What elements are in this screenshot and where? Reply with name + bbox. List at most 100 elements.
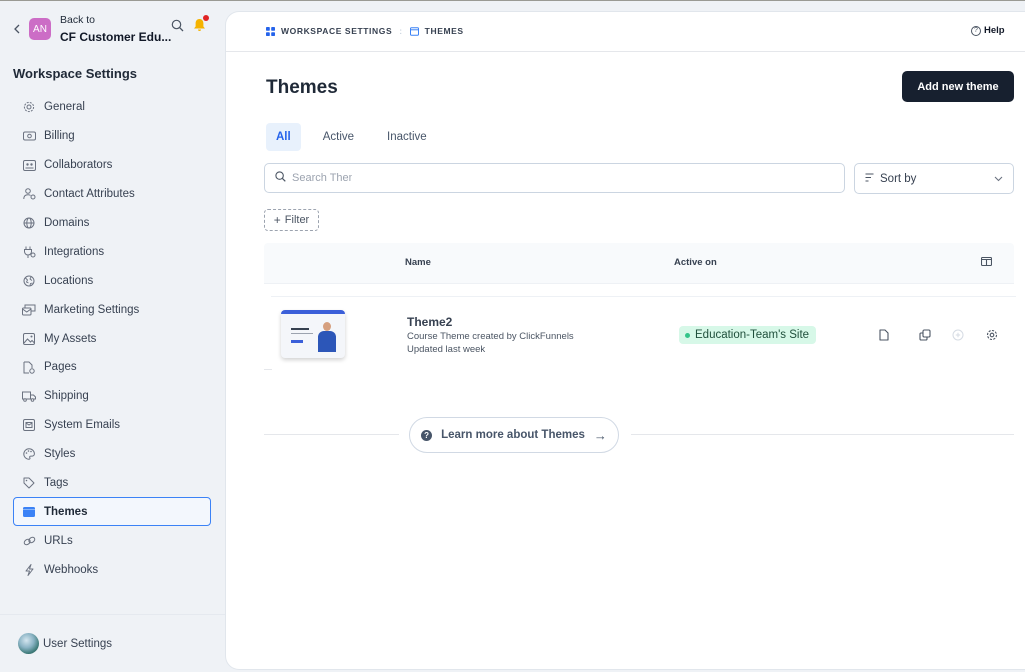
main-panel: WORKSPACE SETTINGS : THEMES ? Help Theme… (225, 11, 1025, 670)
theme-thumbnail[interactable] (281, 310, 345, 358)
sidebar-title: Workspace Settings (13, 66, 138, 81)
plus-icon: + (273, 213, 281, 227)
sidebar-item-integrations[interactable]: Integrations (13, 237, 211, 266)
gear-icon[interactable] (985, 328, 999, 342)
row-divider (264, 369, 272, 370)
sidebar-item-label: Webhooks (44, 563, 99, 576)
breadcrumb-workspace-settings[interactable]: WORKSPACE SETTINGS (266, 26, 392, 36)
sidebar-item-label: General (44, 101, 85, 114)
duplicate-icon[interactable] (918, 328, 932, 342)
sidebar-item-pages[interactable]: Pages (13, 353, 211, 382)
help-label: Help (984, 25, 1005, 36)
user-settings-label: User Settings (43, 637, 113, 650)
sidebar-item-marketing-settings[interactable]: Marketing Settings (13, 295, 211, 324)
user-avatar (18, 633, 39, 654)
add-circle-icon[interactable] (951, 328, 965, 342)
banknote-icon (22, 129, 36, 143)
search-field[interactable] (264, 163, 845, 193)
sidebar-item-label: Tags (44, 477, 69, 490)
email-box-icon (22, 418, 36, 432)
sidebar-item-themes[interactable]: Themes (13, 497, 211, 527)
columns-toggle-icon[interactable] (980, 255, 993, 267)
add-new-theme-button[interactable]: Add new theme (902, 71, 1014, 102)
sidebar-item-label: Domains (44, 217, 90, 229)
sidebar-item-webhooks[interactable]: Webhooks (13, 555, 211, 584)
sidebar-item-system-emails[interactable]: System Emails (13, 411, 211, 440)
breadcrumb-label: THEMES (424, 26, 464, 36)
page-icon[interactable] (877, 328, 891, 342)
learn-more-themes-button[interactable]: ? Learn more about Themes → (409, 417, 619, 453)
sidebar-item-locations[interactable]: Locations (13, 266, 211, 295)
sidebar-item-label: System Emails (44, 419, 121, 432)
workspace-name: CF Customer Edu... (60, 29, 172, 44)
page-icon (22, 360, 36, 374)
sort-by-dropdown[interactable]: Sort by (854, 163, 1014, 194)
filter-label: Filter (284, 214, 310, 226)
help-button[interactable]: ? Help (971, 25, 1005, 36)
sidebar-item-contact-attributes[interactable]: Contact Attributes (13, 180, 211, 209)
world-icon (22, 274, 36, 288)
breadcrumb: WORKSPACE SETTINGS : THEMES (266, 26, 464, 36)
sidebar-item-billing[interactable]: Billing (13, 122, 211, 151)
arrow-right-icon: → (593, 427, 607, 443)
tab-active[interactable]: Active (312, 123, 365, 151)
link-icon (22, 534, 36, 548)
user-settings-link[interactable]: User Settings (18, 633, 112, 654)
sidebar-item-general[interactable]: General (13, 93, 211, 122)
column-header-active-on: Active on (674, 257, 717, 268)
tab-inactive[interactable]: Inactive (376, 123, 438, 151)
sidebar-item-shipping[interactable]: Shipping (13, 382, 211, 411)
sidebar-item-urls[interactable]: URLs (13, 526, 211, 555)
sidebar-divider (0, 614, 225, 615)
search-icon (275, 169, 286, 187)
image-icon (22, 332, 36, 346)
column-header-name: Name (405, 257, 431, 268)
window-icon (409, 26, 419, 36)
sidebar-item-label: Styles (44, 448, 76, 461)
sidebar-item-label: URLs (44, 534, 73, 547)
sidebar-item-label: Themes (44, 505, 88, 518)
active-site-label: Education-Team's Site (695, 329, 810, 341)
breadcrumb-themes[interactable]: THEMES (409, 26, 464, 36)
settings-nav: General Billing Collaborators Contact At… (13, 93, 211, 584)
sidebar-item-label: Marketing Settings (44, 303, 140, 316)
plug-icon (22, 245, 36, 259)
back-label: Back to (60, 13, 96, 26)
user-settings-icon (22, 187, 36, 201)
sidebar-item-label: Locations (44, 274, 94, 287)
theme-window-icon (22, 505, 36, 519)
add-filter-button[interactable]: + Filter (264, 209, 319, 231)
search-input[interactable] (292, 172, 352, 184)
sort-lines-icon (865, 173, 875, 185)
sidebar-item-label: Contact Attributes (44, 188, 135, 201)
status-dot (685, 332, 690, 338)
page-title: Themes (266, 77, 338, 98)
sidebar-item-collaborators[interactable]: Collaborators (13, 151, 211, 180)
theme-tabs: All Active Inactive (266, 123, 449, 151)
chevron-left-icon[interactable] (10, 22, 24, 36)
active-site-badge: Education-Team's Site (679, 326, 817, 344)
sidebar-item-label: Collaborators (44, 159, 113, 172)
notifications-bell-icon[interactable] (192, 15, 209, 32)
truck-icon (22, 389, 36, 403)
back-link[interactable]: Back to CF Customer Edu... (60, 14, 171, 45)
palette-icon (22, 447, 36, 461)
sidebar-item-label: My Assets (44, 332, 97, 345)
sidebar-item-styles[interactable]: Styles (13, 440, 211, 469)
sort-label: Sort by (880, 172, 917, 185)
table-row[interactable]: Theme2 Course Theme created by ClickFunn… (264, 297, 1014, 373)
table-header: Name Active on (264, 243, 1014, 284)
search-icon[interactable] (170, 18, 184, 32)
sidebar-item-domains[interactable]: Domains (13, 209, 211, 238)
breadcrumb-label: WORKSPACE SETTINGS (281, 26, 393, 36)
theme-name[interactable]: Theme2 (407, 315, 452, 329)
sidebar-item-label: Pages (44, 361, 77, 374)
grid-icon (266, 26, 275, 36)
chevron-down-icon (994, 173, 1003, 185)
sidebar-item-my-assets[interactable]: My Assets (13, 324, 211, 353)
tab-all[interactable]: All (266, 123, 301, 151)
globe-icon (22, 216, 36, 230)
gear-icon (22, 100, 36, 114)
sidebar-item-tags[interactable]: Tags (13, 469, 211, 498)
header-bar: WORKSPACE SETTINGS : THEMES ? Help (226, 12, 1025, 52)
